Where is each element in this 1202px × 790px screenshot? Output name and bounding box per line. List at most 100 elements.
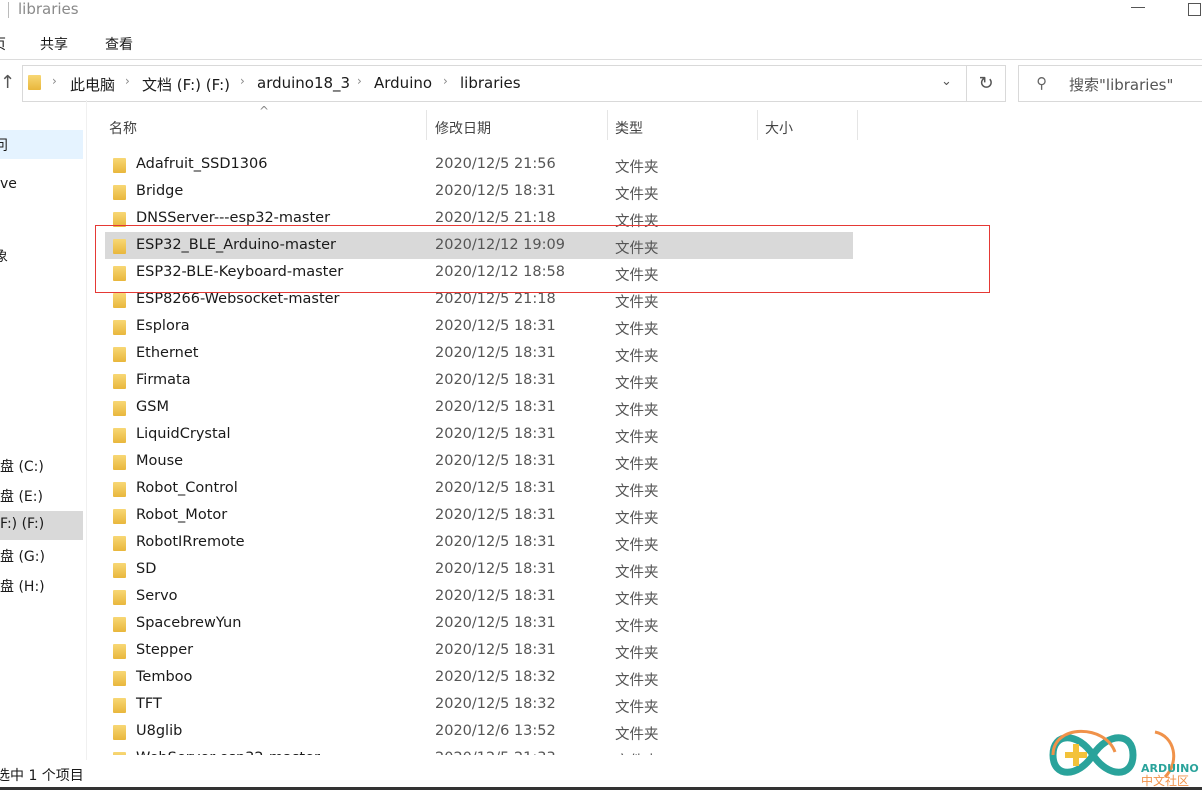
sidebar-item-quick-access[interactable]: 问 xyxy=(0,135,8,155)
file-name: Firmata xyxy=(136,372,191,388)
folder-icon xyxy=(113,698,126,713)
ribbon-tab-share[interactable]: 共享 xyxy=(40,34,68,54)
file-type: 文件夹 xyxy=(615,295,659,311)
file-row[interactable]: Temboo 2020/12/5 18:32 文件夹 xyxy=(105,664,853,691)
chevron-right-icon[interactable]: › xyxy=(357,74,362,88)
ribbon-divider xyxy=(0,59,1202,60)
file-type: 文件夹 xyxy=(615,376,659,392)
file-name: ESP8266-Websocket-master xyxy=(136,291,340,307)
breadcrumb-libraries[interactable]: libraries xyxy=(460,74,521,92)
breadcrumb-arduino[interactable]: Arduino xyxy=(374,74,432,92)
sidebar-item-drive-f[interactable]: F:) (F:) xyxy=(0,516,44,532)
sidebar-item-drive-e[interactable]: 盘 (E:) xyxy=(0,486,43,506)
file-type: 文件夹 xyxy=(615,700,659,716)
file-row[interactable]: Firmata 2020/12/5 18:31 文件夹 xyxy=(105,367,853,394)
file-type: 文件夹 xyxy=(615,565,659,581)
file-type: 文件夹 xyxy=(615,484,659,500)
file-name: U8glib xyxy=(136,723,183,739)
file-row[interactable]: Bridge 2020/12/5 18:31 文件夹 xyxy=(105,178,853,205)
file-row[interactable]: U8glib 2020/12/6 13:52 文件夹 xyxy=(105,718,853,745)
file-date: 2020/12/5 21:18 xyxy=(435,291,556,307)
file-row[interactable]: Servo 2020/12/5 18:31 文件夹 xyxy=(105,583,853,610)
chevron-down-icon[interactable]: ⌄ xyxy=(941,74,952,89)
file-date: 2020/12/5 18:31 xyxy=(435,426,556,442)
chevron-right-icon[interactable]: › xyxy=(240,74,245,88)
folder-icon xyxy=(113,428,126,443)
file-row[interactable]: GSM 2020/12/5 18:31 文件夹 xyxy=(105,394,853,421)
file-name: DNSServer---esp32-master xyxy=(136,210,331,226)
file-row[interactable]: LiquidCrystal 2020/12/5 18:31 文件夹 xyxy=(105,421,853,448)
breadcrumb-drive[interactable]: 文档 (F:) (F:) xyxy=(142,74,230,95)
ribbon-tab-view[interactable]: 查看 xyxy=(105,34,133,54)
breadcrumb-this-pc[interactable]: 此电脑 xyxy=(70,74,115,95)
folder-icon xyxy=(113,671,126,686)
column-header-name[interactable]: 名称 xyxy=(109,118,137,138)
folder-icon xyxy=(113,509,126,524)
sort-ascending-icon: ^ xyxy=(259,104,270,118)
file-type: 文件夹 xyxy=(615,349,659,365)
file-row[interactable]: Ethernet 2020/12/5 18:31 文件夹 xyxy=(105,340,853,367)
file-type: 文件夹 xyxy=(615,750,659,755)
file-type: 文件夹 xyxy=(615,403,659,419)
maximize-button[interactable] xyxy=(1185,0,1202,20)
file-type: 文件夹 xyxy=(615,457,659,473)
column-header-type[interactable]: 类型 xyxy=(615,118,643,138)
file-date: 2020/12/5 18:32 xyxy=(435,696,556,712)
file-type: 文件夹 xyxy=(615,160,659,176)
file-type: 文件夹 xyxy=(615,673,659,689)
file-row[interactable]: SpacebrewYun 2020/12/5 18:31 文件夹 xyxy=(105,610,853,637)
file-row[interactable]: Esplora 2020/12/5 18:31 文件夹 xyxy=(105,313,853,340)
file-date: 2020/12/5 21:56 xyxy=(435,156,556,172)
file-row[interactable]: RobotIRremote 2020/12/5 18:31 文件夹 xyxy=(105,529,853,556)
chevron-right-icon[interactable]: › xyxy=(52,74,57,88)
sidebar-item-drive-c[interactable]: 盘 (C:) xyxy=(0,456,44,476)
file-row[interactable]: WebServer-esp32-master 2020/12/5 21:33 文… xyxy=(105,745,853,755)
file-row[interactable]: Robot_Motor 2020/12/5 18:31 文件夹 xyxy=(105,502,853,529)
folder-icon xyxy=(113,401,126,416)
file-name: SD xyxy=(136,561,157,577)
folder-icon xyxy=(113,617,126,632)
folder-icon xyxy=(113,563,126,578)
sidebar-item-onedrive[interactable]: ve xyxy=(0,176,17,192)
breadcrumb-arduino18[interactable]: arduino18_3 xyxy=(257,74,350,92)
file-row[interactable]: Mouse 2020/12/5 18:31 文件夹 xyxy=(105,448,853,475)
file-date: 2020/12/5 18:31 xyxy=(435,480,556,496)
sidebar-item-drive-g[interactable]: 盘 (G:) xyxy=(0,546,45,566)
chevron-right-icon[interactable]: › xyxy=(443,74,448,88)
file-name: Esplora xyxy=(136,318,190,334)
sidebar-item-3d-objects[interactable]: 象 xyxy=(0,246,8,266)
file-name: Adafruit_SSD1306 xyxy=(136,156,268,172)
ribbon-tab-home[interactable]: 页 xyxy=(0,34,6,54)
status-selection-count: 选中 1 个项目 xyxy=(0,768,84,784)
file-row[interactable]: TFT 2020/12/5 18:32 文件夹 xyxy=(105,691,853,718)
column-divider[interactable] xyxy=(857,110,858,140)
file-date: 2020/12/5 21:33 xyxy=(435,750,556,755)
file-date: 2020/12/5 18:31 xyxy=(435,183,556,199)
file-type: 文件夹 xyxy=(615,511,659,527)
file-row[interactable]: Stepper 2020/12/5 18:31 文件夹 xyxy=(105,637,853,664)
sidebar-item-drive-h[interactable]: 盘 (H:) xyxy=(0,576,45,596)
file-date: 2020/12/5 18:32 xyxy=(435,669,556,685)
minimize-button[interactable] xyxy=(1125,0,1155,20)
file-name: LiquidCrystal xyxy=(136,426,231,442)
file-row[interactable]: Robot_Control 2020/12/5 18:31 文件夹 xyxy=(105,475,853,502)
up-arrow-icon[interactable]: ↑ xyxy=(0,72,15,93)
highlight-annotation-box xyxy=(95,225,990,293)
chevron-right-icon[interactable]: › xyxy=(125,74,130,88)
file-date: 2020/12/5 18:31 xyxy=(435,642,556,658)
column-header-date[interactable]: 修改日期 xyxy=(435,118,491,138)
svg-text:中文社区: 中文社区 xyxy=(1141,773,1189,788)
folder-icon xyxy=(113,185,126,200)
file-date: 2020/12/5 18:31 xyxy=(435,561,556,577)
folder-icon xyxy=(113,158,126,173)
file-row[interactable]: SD 2020/12/5 18:31 文件夹 xyxy=(105,556,853,583)
column-divider[interactable] xyxy=(426,110,427,140)
refresh-button[interactable]: ↻ xyxy=(966,65,1006,102)
file-row[interactable]: Adafruit_SSD1306 2020/12/5 21:56 文件夹 xyxy=(105,151,853,178)
folder-icon xyxy=(28,75,41,90)
column-header-size[interactable]: 大小 xyxy=(765,118,793,138)
folder-icon xyxy=(113,374,126,389)
file-type: 文件夹 xyxy=(615,727,659,743)
column-divider[interactable] xyxy=(757,110,758,140)
column-divider[interactable] xyxy=(607,110,608,140)
